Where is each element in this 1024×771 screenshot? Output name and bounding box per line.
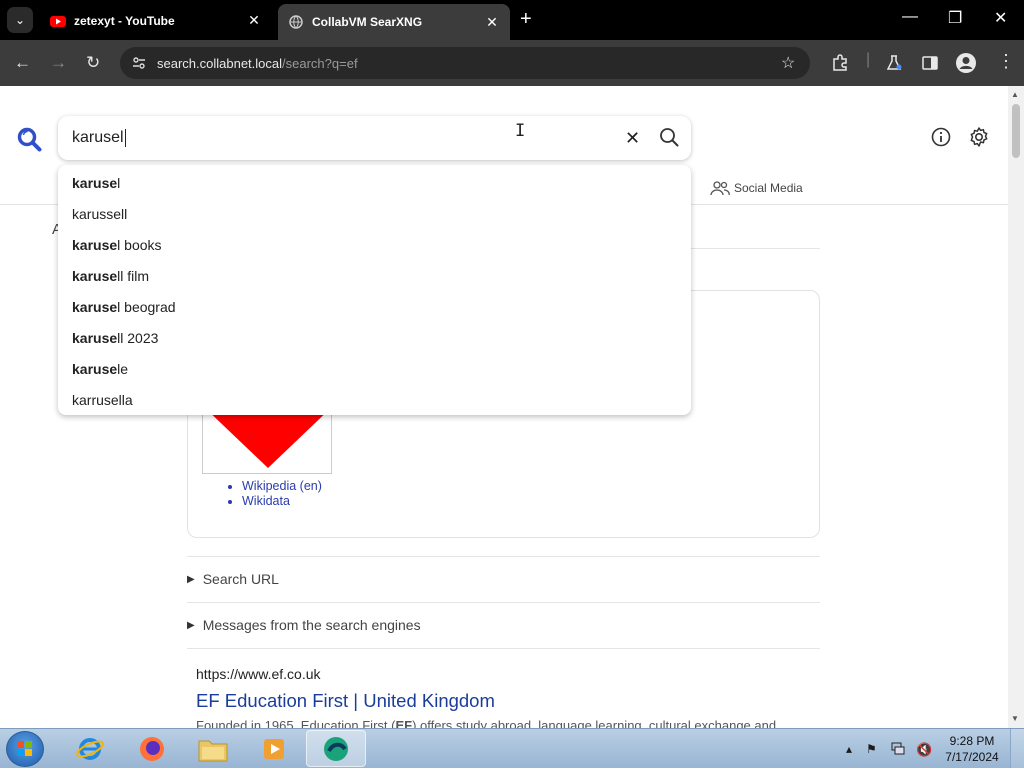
result-title-link[interactable]: EF Education First | United Kingdom: [196, 690, 495, 712]
action-center-flag-icon[interactable]: ⚑: [866, 742, 877, 756]
divider: [187, 648, 820, 649]
divider: [187, 556, 820, 557]
internet-explorer-taskbar-button[interactable]: [60, 730, 120, 767]
media-player-taskbar-button[interactable]: [244, 730, 304, 767]
autocomplete-suggestion[interactable]: karusele: [58, 354, 691, 385]
chrome-menu-icon[interactable]: ⋮: [997, 51, 1015, 72]
vertical-scrollbar[interactable]: ▲ ▼: [1008, 86, 1024, 728]
tab-search-button[interactable]: ⌄: [7, 7, 33, 33]
engine-messages-toggle[interactable]: ▶ Messages from the search engines: [187, 617, 421, 633]
search-query: karusel: [72, 129, 124, 146]
search-url-label: Search URL: [202, 571, 279, 587]
show-desktop-button[interactable]: [1010, 729, 1024, 768]
bookmark-star-icon[interactable]: ☆: [781, 53, 795, 73]
volume-muted-icon[interactable]: 🔇: [916, 742, 932, 758]
extensions-icon[interactable]: [831, 54, 849, 72]
disclosure-triangle-icon: ▶: [187, 619, 195, 631]
result-description: Founded in 1965, Education First (EF) of…: [196, 718, 777, 728]
infobox-image: [202, 406, 332, 474]
forward-arrow-icon[interactable]: →: [50, 53, 67, 73]
red-triangle-logo: [203, 406, 331, 468]
start-button[interactable]: [6, 731, 44, 767]
new-tab-button[interactable]: +: [520, 8, 532, 31]
minimize-button[interactable]: —: [902, 8, 918, 26]
engine-messages-label: Messages from the search engines: [202, 617, 421, 633]
clock-date: 7/17/2024: [945, 750, 999, 764]
search-url-toggle[interactable]: ▶ Search URL: [187, 571, 279, 587]
autocomplete-suggestion[interactable]: karrusella: [58, 385, 691, 416]
scroll-down-icon[interactable]: ▼: [1011, 714, 1019, 723]
tab-close-icon[interactable]: ✕: [246, 12, 262, 29]
divider: [187, 602, 820, 603]
infobox-links: Wikipedia (en) Wikidata: [228, 479, 322, 509]
category-label: Social Media: [734, 181, 803, 195]
browser-app-icon: [324, 736, 348, 761]
autocomplete-suggestion[interactable]: karusell 2023: [58, 323, 691, 354]
autocomplete-suggestion[interactable]: karussell: [58, 199, 691, 230]
globe-icon: [289, 15, 303, 29]
tab-searxng[interactable]: CollabVM SearXNG ✕: [278, 4, 510, 40]
close-window-button[interactable]: ✕: [994, 8, 1007, 28]
browser-taskbar-button[interactable]: [306, 730, 366, 767]
disclosure-triangle-icon: ▶: [187, 573, 195, 585]
wikidata-link[interactable]: Wikidata: [242, 494, 322, 508]
mouse-cursor: I: [515, 121, 526, 141]
address-path: /search?q=ef: [282, 55, 358, 71]
search-input[interactable]: karusel: [58, 116, 691, 160]
info-icon[interactable]: [930, 126, 952, 148]
autocomplete-suggestion[interactable]: karusel books: [58, 230, 691, 261]
profile-avatar-icon[interactable]: [955, 52, 977, 74]
autocomplete-suggestion[interactable]: karusel beograd: [58, 292, 691, 323]
address-host: search.collabnet.local: [157, 55, 283, 71]
settings-gear-icon[interactable]: [968, 126, 990, 148]
side-panel-icon[interactable]: [921, 54, 939, 72]
autocomplete-dropdown: karusel karussell karusel books karusell fi…: [58, 165, 691, 415]
autocomplete-suggestion[interactable]: karusel: [58, 168, 691, 199]
site-info-icon[interactable]: [132, 56, 146, 70]
windows-logo-icon: [17, 741, 32, 756]
show-hidden-icons[interactable]: ▴: [846, 742, 852, 756]
firefox-taskbar-button[interactable]: [122, 730, 182, 767]
labs-flask-icon[interactable]: [885, 54, 903, 72]
autocomplete-suggestion[interactable]: karusell film: [58, 261, 691, 292]
reload-icon[interactable]: ↻: [86, 53, 100, 73]
clear-search-icon[interactable]: ✕: [625, 128, 640, 149]
text-caret: [124, 129, 126, 147]
wikipedia-link[interactable]: Wikipedia (en): [242, 479, 322, 493]
tab-youtube[interactable]: zetexyt - YouTube ✕: [40, 4, 272, 37]
tab-title: CollabVM SearXNG: [312, 15, 423, 29]
address-bar[interactable]: search.collabnet.local/search?q=ef: [120, 47, 810, 79]
search-icon[interactable]: [658, 126, 680, 148]
media-player-icon: [264, 738, 284, 759]
system-clock[interactable]: 9:28 PM 7/17/2024: [944, 733, 1000, 765]
network-icon[interactable]: [890, 740, 906, 756]
restore-button[interactable]: ❐: [948, 8, 962, 28]
tab-title: zetexyt - YouTube: [74, 13, 175, 28]
scrollbar-thumb[interactable]: [1012, 104, 1020, 158]
youtube-icon: [50, 15, 66, 27]
scroll-up-icon[interactable]: ▲: [1011, 90, 1019, 99]
people-icon: [710, 181, 730, 196]
page-content: Social Media A Wikipedia (en) Wikidata ▶…: [0, 86, 1008, 728]
tab-close-icon[interactable]: ✕: [484, 14, 500, 31]
category-social-media[interactable]: Social Media: [710, 180, 803, 196]
clock-time: 9:28 PM: [949, 734, 995, 748]
toolbar-divider: |: [866, 51, 871, 68]
folder-icon: [198, 740, 228, 761]
firefox-icon: [140, 736, 164, 761]
back-arrow-icon[interactable]: ←: [14, 53, 31, 73]
result-url: https://www.ef.co.uk: [196, 666, 321, 682]
internet-explorer-icon: [76, 737, 104, 760]
explorer-taskbar-button[interactable]: [183, 730, 243, 767]
searxng-logo-icon[interactable]: [16, 126, 42, 152]
